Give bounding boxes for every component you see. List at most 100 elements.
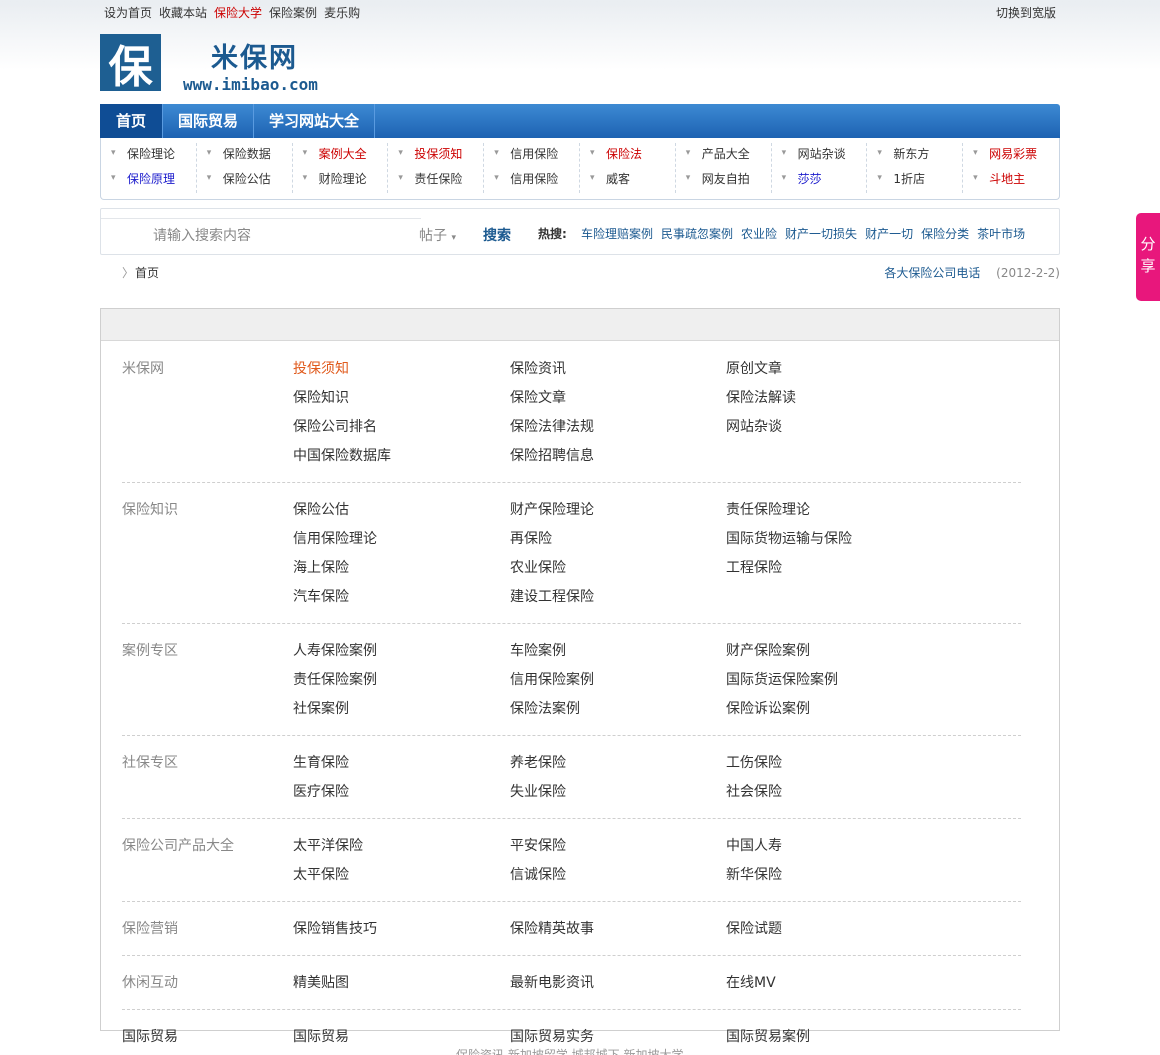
- category-link[interactable]: 保险知识: [293, 384, 510, 413]
- category-link[interactable]: 最新电影资讯: [510, 969, 726, 998]
- category-link[interactable]: 中国保险数据库: [293, 442, 510, 471]
- logo-url: www.imibao.com: [183, 75, 318, 94]
- category-link[interactable]: 保险诉讼案例: [726, 695, 926, 724]
- sub-nav-link[interactable]: 产品大全: [676, 142, 771, 168]
- category-link[interactable]: 信用保险理论: [293, 525, 510, 554]
- category-link[interactable]: 中国人寿: [726, 832, 926, 861]
- top-link[interactable]: 保险大学: [214, 4, 262, 21]
- sub-nav-link[interactable]: 斗地主: [963, 167, 1059, 193]
- category-link[interactable]: 保险试题: [726, 915, 926, 944]
- sub-nav-link[interactable]: 莎莎: [772, 167, 867, 193]
- sub-nav-link[interactable]: 网易彩票: [963, 142, 1059, 168]
- sub-nav-link[interactable]: 信用保险: [484, 167, 579, 193]
- top-link[interactable]: 保险案例: [269, 4, 317, 21]
- category-link[interactable]: 太平保险: [293, 861, 510, 890]
- main-nav-item[interactable]: 国际贸易: [163, 104, 255, 138]
- sub-nav-link[interactable]: 新东方: [867, 142, 962, 168]
- sitemap-row: 社保专区 生育保险 养老保险 工伤保险 医疗保险 失业保险 社会保险: [122, 749, 1021, 819]
- sub-nav-link[interactable]: 信用保险: [484, 142, 579, 168]
- category-link[interactable]: 保险法解读: [726, 384, 926, 413]
- hot-search-link[interactable]: 民事疏忽案例: [661, 225, 733, 242]
- sub-nav-link[interactable]: 保险公估: [197, 167, 292, 193]
- category-link[interactable]: 工程保险: [726, 554, 926, 583]
- category-link[interactable]: 失业保险: [510, 778, 726, 807]
- search-type-select[interactable]: 帖子 ▾: [419, 225, 456, 245]
- top-link[interactable]: 收藏本站: [159, 4, 207, 21]
- category-link[interactable]: 保险公估: [293, 496, 510, 525]
- category-link[interactable]: 保险精英故事: [510, 915, 726, 944]
- category-link[interactable]: 车险案例: [510, 637, 726, 666]
- hot-search-link[interactable]: 茶叶市场: [977, 225, 1025, 242]
- chevron-down-icon: ▾: [451, 233, 456, 243]
- main-nav-item[interactable]: 学习网站大全: [254, 104, 376, 138]
- top-link[interactable]: 麦乐购: [324, 4, 360, 21]
- category-link[interactable]: 责任保险理论: [726, 496, 926, 525]
- sub-nav-link[interactable]: 威客: [580, 167, 675, 193]
- category-link[interactable]: 在线MV: [726, 969, 926, 998]
- category-link[interactable]: 投保须知: [293, 355, 510, 384]
- category-link[interactable]: 财产保险案例: [726, 637, 926, 666]
- category-label: 国际贸易: [122, 1029, 178, 1045]
- category-link[interactable]: 保险公司排名: [293, 413, 510, 442]
- category-link[interactable]: 原创文章: [726, 355, 926, 384]
- category-link[interactable]: 保险法律法规: [510, 413, 726, 442]
- sub-nav-link[interactable]: 案例大全: [293, 142, 388, 168]
- search-button[interactable]: 搜索: [483, 225, 511, 245]
- hot-search-link[interactable]: 农业险: [741, 225, 777, 242]
- share-button[interactable]: 分 享: [1136, 213, 1160, 301]
- switch-wide-link[interactable]: 切换到宽版: [996, 4, 1056, 21]
- category-link[interactable]: 社会保险: [726, 778, 926, 807]
- category-link[interactable]: 信诚保险: [510, 861, 726, 890]
- category-link[interactable]: 国际货物运输与保险: [726, 525, 926, 554]
- sub-nav-link[interactable]: 保险数据: [197, 142, 292, 168]
- hot-search-link[interactable]: 财产一切损失: [785, 225, 857, 242]
- category-link[interactable]: 国际贸易案例: [726, 1023, 926, 1052]
- top-link[interactable]: 设为首页: [104, 4, 152, 21]
- hot-search-link[interactable]: 车险理赔案例: [581, 225, 653, 242]
- category-link[interactable]: 责任保险案例: [293, 666, 510, 695]
- category-link[interactable]: 养老保险: [510, 749, 726, 778]
- category-link[interactable]: 工伤保险: [726, 749, 926, 778]
- category-link[interactable]: 保险招聘信息: [510, 442, 726, 471]
- category-link[interactable]: 农业保险: [510, 554, 726, 583]
- category-link[interactable]: 再保险: [510, 525, 726, 554]
- category-link[interactable]: 保险法案例: [510, 695, 726, 724]
- category-link[interactable]: 人寿保险案例: [293, 637, 510, 666]
- insurer-phone-link[interactable]: 各大保险公司电话: [884, 266, 980, 280]
- breadcrumb-home[interactable]: 首页: [135, 264, 159, 281]
- sub-nav-link[interactable]: 保险理论: [101, 142, 196, 168]
- category-link[interactable]: 建设工程保险: [510, 583, 726, 612]
- category-link[interactable]: 生育保险: [293, 749, 510, 778]
- category-link[interactable]: 新华保险: [726, 861, 926, 890]
- category-link[interactable]: 保险销售技巧: [293, 915, 510, 944]
- category-link[interactable]: 国际货运保险案例: [726, 666, 926, 695]
- sub-nav-link[interactable]: 责任保险: [388, 167, 483, 193]
- category-link[interactable]: 财产保险理论: [510, 496, 726, 525]
- sub-nav-link[interactable]: 财险理论: [293, 167, 388, 193]
- sub-nav-link[interactable]: 1折店: [867, 167, 962, 193]
- category-link[interactable]: 信用保险案例: [510, 666, 726, 695]
- hot-search-link[interactable]: 保险分类: [921, 225, 969, 242]
- search-input[interactable]: 请输入搜索内容: [153, 225, 251, 245]
- sub-nav-link[interactable]: 网站杂谈: [772, 142, 867, 168]
- category-link[interactable]: 社保案例: [293, 695, 510, 724]
- category-link[interactable]: 海上保险: [293, 554, 510, 583]
- main-nav-item[interactable]: 首页: [100, 104, 164, 138]
- category-link[interactable]: 网站杂谈: [726, 413, 926, 442]
- site-logo[interactable]: 保 米保网 www.imibao.com: [100, 34, 318, 94]
- sub-nav-link[interactable]: 保险原理: [101, 167, 196, 193]
- category-link[interactable]: 汽车保险: [293, 583, 510, 612]
- sub-nav-link[interactable]: 保险法: [580, 142, 675, 168]
- category-link[interactable]: 医疗保险: [293, 778, 510, 807]
- sub-nav-link[interactable]: 投保须知: [388, 142, 483, 168]
- hot-search-link[interactable]: 财产一切: [865, 225, 913, 242]
- category-link[interactable]: 平安保险: [510, 832, 726, 861]
- category-link[interactable]: 保险文章: [510, 384, 726, 413]
- sub-nav: 保险理论保险原理保险数据保险公估案例大全财险理论投保须知责任保险信用保险信用保险…: [100, 138, 1060, 200]
- category-link[interactable]: 保险资讯: [510, 355, 726, 384]
- category-link[interactable]: 精美贴图: [293, 969, 510, 998]
- sub-nav-column: 保险数据保险公估: [197, 142, 293, 193]
- category-label: 保险公司产品大全: [122, 838, 234, 854]
- category-link[interactable]: 太平洋保险: [293, 832, 510, 861]
- sub-nav-link[interactable]: 网友自拍: [676, 167, 771, 193]
